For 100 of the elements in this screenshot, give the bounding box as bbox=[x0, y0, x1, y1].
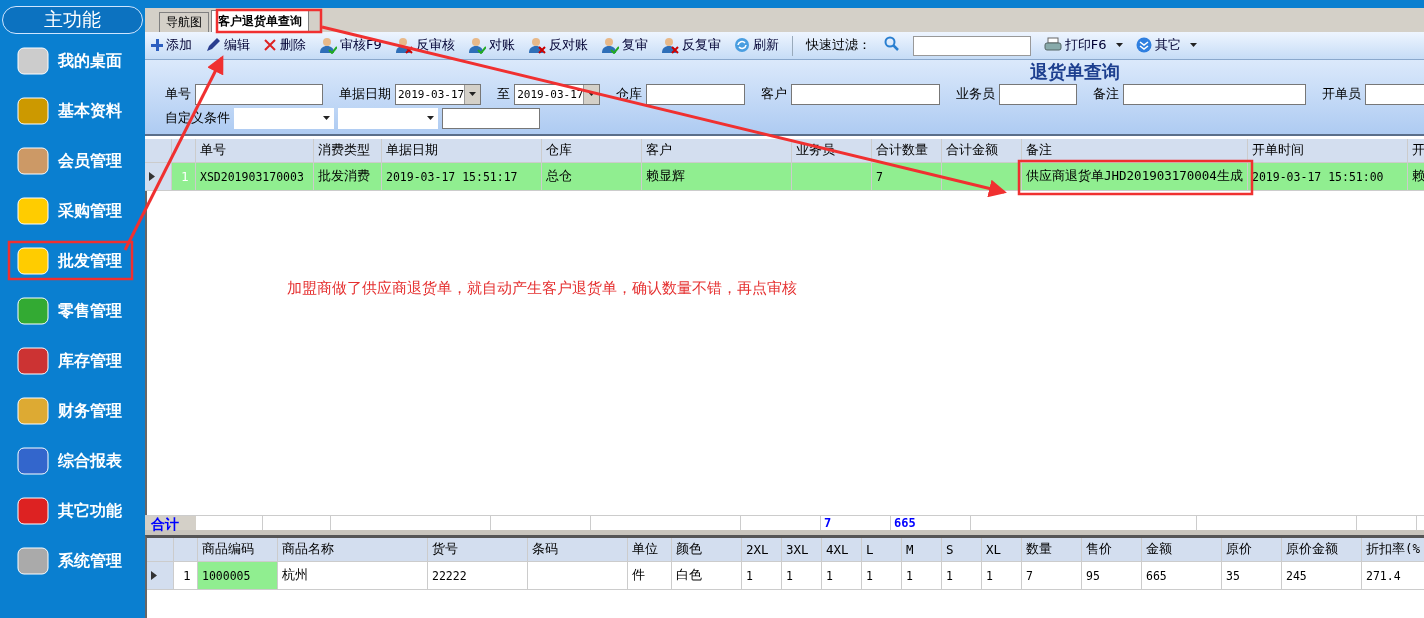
caret-icon bbox=[469, 92, 477, 96]
column-header[interactable]: 货号 bbox=[428, 538, 528, 561]
sidebar-item[interactable]: 基本资料 bbox=[0, 86, 145, 136]
column-header[interactable]: 单据日期 bbox=[382, 139, 542, 162]
totals-label: 合计 bbox=[145, 516, 196, 530]
toolbar-button[interactable]: 反对账 bbox=[527, 36, 588, 54]
sidebar-item[interactable]: 其它功能 bbox=[0, 486, 145, 536]
column-header[interactable]: 2XL bbox=[742, 538, 782, 561]
text-field[interactable] bbox=[442, 107, 540, 129]
column-header[interactable]: 折扣率(% bbox=[1362, 538, 1424, 561]
column-header[interactable]: 数量 bbox=[1022, 538, 1082, 561]
table-cell: 2019-03-17 15:51:00 bbox=[1248, 163, 1408, 190]
module-icon bbox=[16, 244, 50, 278]
text-field[interactable] bbox=[646, 83, 746, 105]
sidebar-item[interactable]: 批发管理 bbox=[0, 236, 145, 286]
table-cell: 2019-03-17 15:51:17 bbox=[382, 163, 542, 190]
column-header[interactable]: S bbox=[942, 538, 982, 561]
table-cell: 7 bbox=[1022, 562, 1082, 589]
column-header[interactable]: 商品编码 bbox=[198, 538, 278, 561]
sidebar-item[interactable]: 会员管理 bbox=[0, 136, 145, 186]
toolbar-button[interactable]: 刷新 bbox=[733, 36, 779, 54]
table-cell: 245 bbox=[1282, 562, 1362, 589]
module-icon bbox=[16, 44, 50, 78]
table-cell: 赖显辉 bbox=[642, 163, 792, 190]
tab[interactable]: 客户退货单查询 bbox=[211, 10, 309, 32]
table-cell: 7 bbox=[872, 163, 942, 190]
filter-input[interactable] bbox=[912, 36, 1031, 56]
table-cell: 件 bbox=[628, 562, 672, 589]
text-field[interactable] bbox=[195, 83, 323, 105]
table-cell: XSD201903170003 bbox=[196, 163, 314, 190]
table-cell: 1 bbox=[862, 562, 902, 589]
toolbar-button[interactable]: 编辑 bbox=[205, 36, 250, 54]
text-field[interactable] bbox=[999, 83, 1078, 105]
column-header[interactable]: L bbox=[862, 538, 902, 561]
text-field[interactable] bbox=[1123, 83, 1307, 105]
column-header[interactable]: 开 bbox=[1408, 139, 1424, 162]
sidebar-item[interactable]: 库存管理 bbox=[0, 336, 145, 386]
text-field[interactable] bbox=[1365, 83, 1424, 105]
search-icon[interactable] bbox=[883, 36, 900, 52]
module-icon bbox=[16, 344, 50, 378]
column-header[interactable]: 条码 bbox=[528, 538, 628, 561]
sidebar-item[interactable]: 系统管理 bbox=[0, 536, 145, 586]
toolbar-button[interactable]: 复审 bbox=[600, 36, 648, 54]
column-header[interactable]: 售价 bbox=[1082, 538, 1142, 561]
column-header[interactable]: 金额 bbox=[1142, 538, 1222, 561]
filter-label: 快速过滤： bbox=[805, 36, 871, 54]
text-field[interactable] bbox=[791, 83, 941, 105]
column-header[interactable]: 开单时间 bbox=[1248, 139, 1408, 162]
table-cell: 271.4 bbox=[1362, 562, 1424, 589]
user-cross-icon bbox=[394, 36, 413, 54]
chevron-down-icon bbox=[1135, 37, 1152, 53]
sidebar-item[interactable]: 综合报表 bbox=[0, 436, 145, 486]
column-header[interactable]: 消费类型 bbox=[314, 139, 382, 162]
user-check-icon bbox=[319, 36, 337, 54]
field-label: 至 bbox=[497, 85, 511, 103]
sidebar-item[interactable]: 零售管理 bbox=[0, 286, 145, 336]
date-field[interactable]: 2019-03-17 bbox=[395, 83, 482, 105]
table-cell: 杭州 bbox=[278, 562, 428, 589]
field-label: 仓库 bbox=[616, 85, 643, 103]
column-header[interactable]: 原价金额 bbox=[1282, 538, 1362, 561]
caret-icon bbox=[588, 92, 596, 96]
column-header[interactable]: 合计金额 bbox=[942, 139, 1022, 162]
plus-icon bbox=[151, 39, 163, 51]
column-header[interactable]: 3XL bbox=[782, 538, 822, 561]
toolbar-button[interactable]: 删除 bbox=[263, 36, 306, 54]
dropdown-field[interactable] bbox=[338, 107, 438, 129]
module-icon bbox=[16, 544, 50, 578]
dropdown-field[interactable] bbox=[234, 107, 334, 129]
user-check-icon bbox=[467, 36, 486, 54]
column-header[interactable]: 客户 bbox=[642, 139, 792, 162]
column-header[interactable]: XL bbox=[982, 538, 1022, 561]
column-header[interactable]: 仓库 bbox=[542, 139, 642, 162]
caret-icon bbox=[1115, 43, 1123, 47]
caret-icon bbox=[427, 116, 434, 120]
column-header[interactable]: M bbox=[902, 538, 942, 561]
column-header[interactable]: 合计数量 bbox=[872, 139, 942, 162]
column-header[interactable]: 颜色 bbox=[672, 538, 742, 561]
sidebar-item[interactable]: 财务管理 bbox=[0, 386, 145, 436]
column-header[interactable]: 单号 bbox=[196, 139, 314, 162]
toolbar-menu[interactable]: 其它 bbox=[1135, 36, 1197, 54]
toolbar-button[interactable]: 对账 bbox=[467, 36, 515, 54]
sidebar-item[interactable]: 采购管理 bbox=[0, 186, 145, 236]
sidebar-item[interactable]: 我的桌面 bbox=[0, 36, 145, 86]
column-header[interactable]: 单位 bbox=[628, 538, 672, 561]
table-cell: 22222 bbox=[428, 562, 528, 589]
column-header[interactable]: 商品名称 bbox=[278, 538, 428, 561]
module-icon bbox=[16, 394, 50, 428]
table-cell: 批发消费 bbox=[314, 163, 382, 190]
toolbar-button[interactable]: 反复审 bbox=[660, 36, 721, 54]
table-cell: 1 bbox=[742, 562, 782, 589]
table-cell: 35 bbox=[1222, 562, 1282, 589]
column-header[interactable]: 备注 bbox=[1022, 139, 1248, 162]
date-field[interactable]: 2019-03-17 bbox=[514, 83, 601, 105]
column-header[interactable]: 原价 bbox=[1222, 538, 1282, 561]
toolbar-button[interactable]: 添加 bbox=[151, 36, 192, 54]
field-label: 开单员 bbox=[1322, 85, 1362, 103]
tab[interactable]: 导航图 bbox=[159, 12, 209, 32]
toolbar-menu[interactable]: 打印F6 bbox=[1043, 36, 1123, 54]
sidebar-title: 主功能 bbox=[2, 6, 143, 34]
column-header[interactable]: 4XL bbox=[822, 538, 862, 561]
